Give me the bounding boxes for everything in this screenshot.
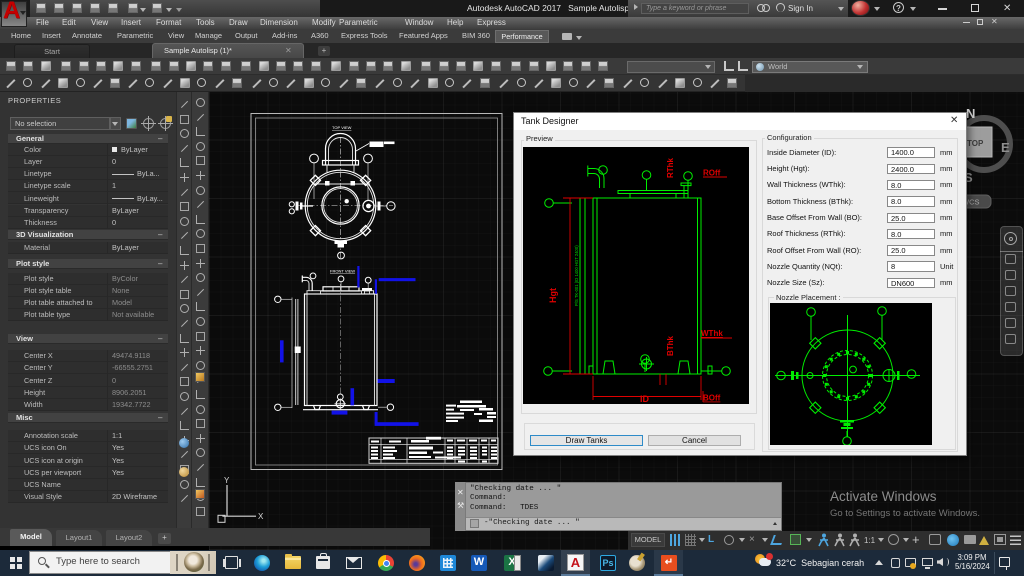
svg-text:TOP: TOP xyxy=(967,139,984,148)
svg-text:P/S TK-001 (ID 1400 HGT 2400): P/S TK-001 (ID 1400 HGT 2400) xyxy=(574,245,579,306)
svg-text:RThk: RThk xyxy=(666,157,675,178)
svg-text:FRONT VIEW: FRONT VIEW xyxy=(330,269,355,274)
svg-text:E: E xyxy=(1001,140,1010,155)
svg-text:TOP VIEW: TOP VIEW xyxy=(332,125,352,130)
svg-text:X: X xyxy=(258,512,264,521)
svg-text:Hgt: Hgt xyxy=(548,288,558,303)
svg-text:Y: Y xyxy=(224,476,230,485)
svg-text:BOff: BOff xyxy=(703,394,721,403)
svg-text:ID: ID xyxy=(640,394,650,404)
svg-text:N: N xyxy=(966,106,975,121)
svg-text:BThk: BThk xyxy=(666,335,675,356)
svg-text:ROff: ROff xyxy=(703,169,721,178)
svg-text:WThk: WThk xyxy=(701,329,723,338)
